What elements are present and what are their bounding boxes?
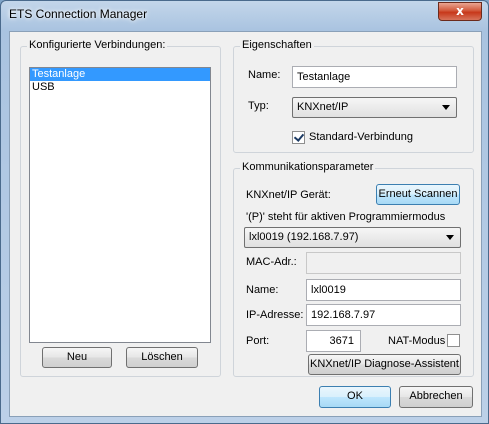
type-select[interactable]: KNXnet/IP bbox=[292, 97, 457, 118]
device-name-input[interactable]: lxl0019 bbox=[306, 279, 461, 301]
mac-input bbox=[306, 252, 461, 274]
ip-input[interactable]: 192.168.7.97 bbox=[306, 304, 461, 326]
ok-button[interactable]: OK bbox=[319, 386, 391, 408]
nat-label: NAT-Modus bbox=[388, 335, 446, 347]
cancel-button[interactable]: Abbrechen bbox=[399, 386, 473, 408]
dialog-window: ETS Connection Manager x Konfigurierte V… bbox=[0, 0, 489, 424]
connections-listbox[interactable]: Testanlage USB bbox=[29, 67, 211, 343]
default-connection-checkbox[interactable] bbox=[292, 131, 305, 144]
list-item-testanlage[interactable]: Testanlage bbox=[30, 68, 210, 81]
properties-group-title: Eigenschaften bbox=[240, 39, 314, 51]
device-select[interactable]: lxl0019 (192.168.7.97) bbox=[244, 227, 461, 248]
connections-group-title: Konfigurierte Verbindungen: bbox=[27, 39, 168, 51]
communication-group: Kommunikationsparameter KNXnet/IP Gerät:… bbox=[233, 161, 474, 377]
name-label: Name: bbox=[248, 69, 281, 81]
chevron-down-icon bbox=[442, 105, 450, 110]
close-button[interactable]: x bbox=[438, 2, 482, 21]
connections-group: Konfigurierte Verbindungen: Testanlage U… bbox=[20, 39, 221, 377]
type-label: Typ: bbox=[248, 100, 269, 112]
ip-label: IP-Adresse: bbox=[246, 309, 304, 321]
delete-button[interactable]: Löschen bbox=[126, 347, 198, 368]
nat-checkbox[interactable] bbox=[447, 334, 460, 347]
dialog-client-area: Konfigurierte Verbindungen: Testanlage U… bbox=[9, 31, 482, 417]
mac-label: MAC-Adr.: bbox=[246, 256, 297, 268]
device-select-value: lxl0019 (192.168.7.97) bbox=[249, 231, 359, 243]
port-input[interactable]: 3671 bbox=[306, 330, 361, 352]
device-label: KNXnet/IP Gerät: bbox=[246, 189, 331, 201]
name-input[interactable]: Testanlage bbox=[292, 66, 457, 88]
communication-group-title: Kommunikationsparameter bbox=[240, 161, 376, 173]
programming-mode-hint: '(P)' steht für aktiven Programmiermodus bbox=[246, 211, 446, 223]
diagnose-assistant-button[interactable]: KNXnet/IP Diagnose-Assistent bbox=[308, 354, 461, 375]
rescan-button[interactable]: Erneut Scannen bbox=[376, 184, 460, 205]
title-bar[interactable]: ETS Connection Manager x bbox=[1, 1, 488, 29]
new-button[interactable]: Neu bbox=[42, 347, 112, 368]
device-name-label: Name: bbox=[246, 284, 279, 296]
port-label: Port: bbox=[246, 335, 270, 347]
close-icon[interactable]: x bbox=[456, 4, 464, 18]
type-select-value: KNXnet/IP bbox=[297, 101, 349, 113]
window-title: ETS Connection Manager bbox=[9, 7, 148, 21]
list-item-usb[interactable]: USB bbox=[30, 81, 210, 94]
default-connection-label: Standard-Verbindung bbox=[309, 131, 413, 143]
properties-group: Eigenschaften Name: Testanlage Typ: KNXn… bbox=[233, 39, 474, 153]
chevron-down-icon bbox=[446, 235, 454, 240]
